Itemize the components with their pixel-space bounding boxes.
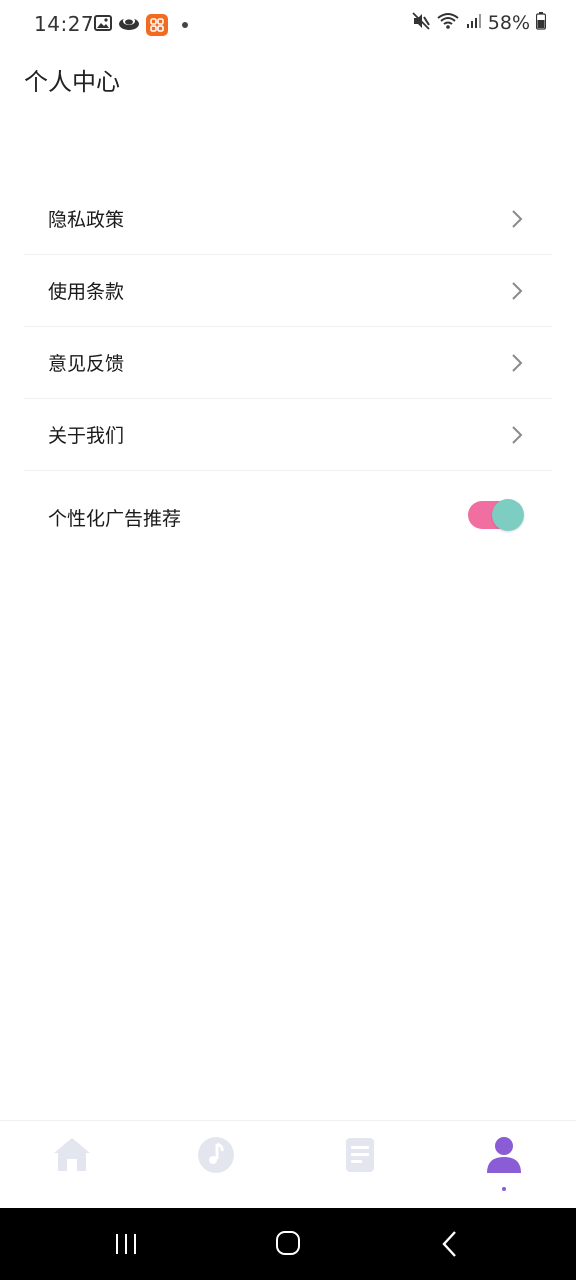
back-icon (442, 1231, 456, 1257)
home-icon (54, 1138, 90, 1171)
nav-music[interactable] (186, 1135, 246, 1195)
home-circle-icon (276, 1231, 300, 1255)
menu-item-about-us[interactable]: 关于我们 (24, 399, 552, 471)
status-bar: 14:27 58% (0, 0, 576, 48)
page-title: 个人中心 (24, 68, 120, 96)
menu-item-personalized-ads: 个性化广告推荐 (24, 471, 552, 563)
status-notification-icons (94, 14, 188, 36)
battery-icon (535, 12, 547, 34)
profile-icon (487, 1137, 521, 1173)
back-button[interactable] (430, 1228, 470, 1260)
recent-apps-icon (116, 1234, 136, 1254)
battery-level: 58% (487, 12, 530, 34)
menu-item-label: 关于我们 (48, 425, 125, 447)
status-time: 14:27 (34, 12, 95, 36)
signal-icon (466, 13, 482, 33)
menu-item-label: 意见反馈 (48, 353, 125, 375)
chevron-right-icon (512, 426, 523, 444)
nav-profile[interactable] (474, 1135, 534, 1195)
personalized-ads-toggle[interactable] (468, 499, 524, 531)
menu-item-label: 个性化广告推荐 (48, 507, 182, 530)
menu-item-privacy-policy[interactable]: 隐私政策 (24, 183, 552, 255)
system-navigation-bar (0, 1208, 576, 1280)
music-note-icon (198, 1137, 234, 1173)
wifi-icon (436, 12, 460, 34)
home-button[interactable] (268, 1228, 308, 1260)
gallery-icon (94, 14, 112, 36)
dot-icon (182, 22, 188, 28)
settings-menu: 隐私政策 使用条款 意见反馈 关于我们 个性化广告推荐 (24, 183, 552, 563)
chevron-right-icon (512, 282, 523, 300)
toggle-knob (492, 499, 524, 531)
document-list-icon (346, 1138, 374, 1172)
cloud-icon (118, 14, 140, 36)
status-system-icons: 58% (412, 12, 547, 34)
menu-item-terms-of-use[interactable]: 使用条款 (24, 255, 552, 327)
bottom-navigation (0, 1120, 576, 1209)
recent-apps-button[interactable] (106, 1228, 146, 1260)
menu-item-label: 使用条款 (48, 281, 125, 303)
active-tab-indicator (502, 1187, 506, 1191)
menu-item-feedback[interactable]: 意见反馈 (24, 327, 552, 399)
menu-item-label: 隐私政策 (48, 209, 125, 231)
nav-home[interactable] (42, 1135, 102, 1195)
app-notification-icon (146, 14, 168, 36)
chevron-right-icon (512, 210, 523, 228)
nav-documents[interactable] (330, 1135, 390, 1195)
mute-icon (412, 12, 430, 34)
chevron-right-icon (512, 354, 523, 372)
